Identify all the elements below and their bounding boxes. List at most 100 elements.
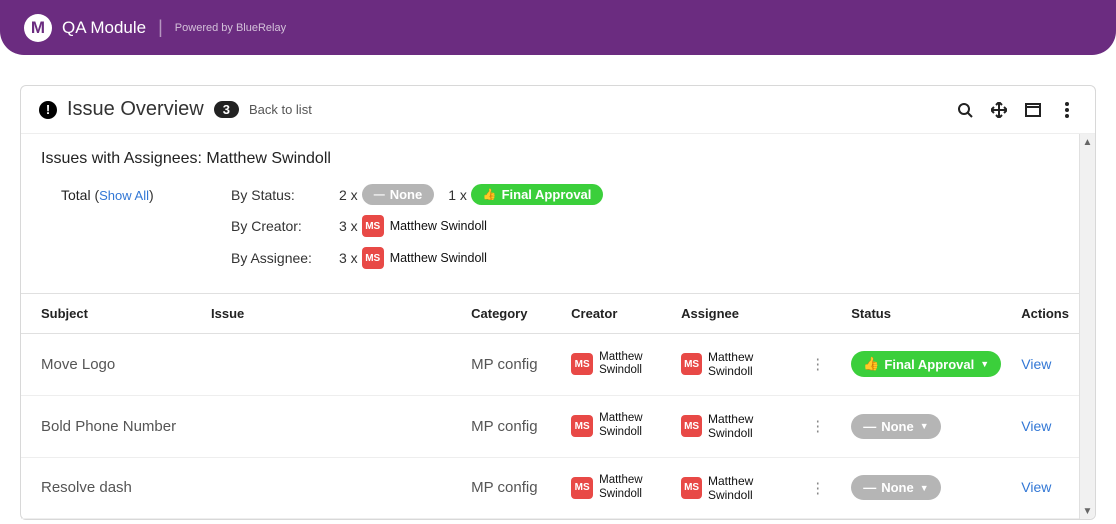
cell-status: 👍 Final Approval ▼ [841, 334, 1011, 396]
cell-actions: View [1011, 395, 1079, 457]
assignee-menu-icon[interactable]: ⋮ [804, 355, 831, 373]
issue-panel: ! Issue Overview 3 Back to list ▲ ▼ [20, 85, 1096, 520]
cell-assignee: MS Matthew Swindoll ⋮ [671, 395, 841, 457]
cell-issue [201, 395, 461, 457]
col-creator[interactable]: Creator [561, 294, 671, 334]
app-header: M QA Module | Powered by BlueRelay [0, 0, 1116, 55]
by-status-label: By Status: [231, 187, 331, 203]
show-all-link[interactable]: Show All [99, 188, 149, 203]
view-link[interactable]: View [1021, 356, 1051, 372]
table-row: Move Logo MP config MS Matthew Swindoll … [21, 334, 1079, 396]
view-link[interactable]: View [1021, 418, 1051, 434]
cell-creator: MS Matthew Swindoll [561, 395, 671, 457]
status-icon: — [863, 480, 876, 495]
assignee-prefix: Issues with Assignees: [41, 150, 202, 167]
status-icon: — [863, 419, 876, 434]
scrollbar[interactable]: ▲ ▼ [1079, 134, 1095, 519]
filter-row-assignee: By Assignee: 3 x MS Matthew Swindoll [61, 247, 1075, 269]
separator: | [158, 17, 163, 38]
col-assignee[interactable]: Assignee [671, 294, 841, 334]
assignee-menu-icon[interactable]: ⋮ [804, 479, 831, 497]
cell-subject: Resolve dash [21, 457, 201, 519]
status-pill-none[interactable]: —None [362, 184, 435, 205]
status-dropdown[interactable]: — None ▼ [851, 475, 940, 500]
col-subject[interactable]: Subject [21, 294, 201, 334]
cell-assignee: MS Matthew Swindoll ⋮ [671, 334, 841, 396]
scroll-down-icon[interactable]: ▼ [1080, 503, 1095, 519]
creator-avatar: MS [571, 415, 593, 437]
filters-section: Issues with Assignees: Matthew Swindoll … [21, 134, 1095, 293]
panel-title: Issue Overview [67, 98, 204, 121]
creator-name: Matthew Swindoll [599, 351, 659, 379]
cell-issue [201, 334, 461, 396]
move-icon[interactable] [989, 100, 1009, 120]
col-status[interactable]: Status [841, 294, 1011, 334]
status-final-count: 1 x [448, 187, 467, 203]
col-category[interactable]: Category [461, 294, 561, 334]
status-none-count: 2 x [339, 187, 358, 203]
assignee-name: Matthew Swindoll [708, 350, 796, 379]
status-label: None [881, 419, 914, 434]
filter-row-creator: By Creator: 3 x MS Matthew Swindoll [61, 215, 1075, 237]
cell-creator: MS Matthew Swindoll [561, 457, 671, 519]
creator-count: 3 x [339, 218, 358, 234]
creator-avatar: MS [362, 215, 384, 237]
scroll-up-icon[interactable]: ▲ [1080, 134, 1095, 150]
cell-subject: Bold Phone Number [21, 395, 201, 457]
cell-actions: View [1011, 457, 1079, 519]
powered-by: Powered by BlueRelay [175, 22, 286, 34]
status-pill-final[interactable]: 👍Final Approval [471, 184, 604, 205]
creator-name: Matthew Swindoll [390, 219, 487, 233]
cell-issue [201, 457, 461, 519]
maximize-icon[interactable] [1023, 100, 1043, 120]
total-label: Total [61, 187, 91, 203]
col-actions[interactable]: Actions [1011, 294, 1079, 334]
table-row: Bold Phone Number MP config MS Matthew S… [21, 395, 1079, 457]
assignee-count: 3 x [339, 250, 358, 266]
cell-actions: View [1011, 334, 1079, 396]
cell-creator: MS Matthew Swindoll [561, 334, 671, 396]
more-icon[interactable] [1057, 100, 1077, 120]
cell-category: MP config [461, 457, 561, 519]
cell-status: — None ▼ [841, 457, 1011, 519]
status-icon: 👍 [863, 356, 879, 372]
panel-header-right [955, 100, 1077, 120]
assignee-name: Matthew Swindoll [708, 474, 796, 503]
status-dropdown[interactable]: 👍 Final Approval ▼ [851, 351, 1001, 377]
assignee-name: Matthew Swindoll [206, 150, 331, 167]
col-issue[interactable]: Issue [201, 294, 461, 334]
panel-header-left: ! Issue Overview 3 Back to list [39, 98, 312, 121]
cell-status: — None ▼ [841, 395, 1011, 457]
by-assignee-label: By Assignee: [231, 250, 331, 266]
assignee-name-filter: Matthew Swindoll [390, 251, 487, 265]
chevron-down-icon: ▼ [980, 359, 989, 369]
cell-category: MP config [461, 395, 561, 457]
app-title: QA Module [62, 18, 146, 38]
logo-icon: M [24, 14, 52, 42]
status-label: None [881, 480, 914, 495]
assignee-avatar: MS [362, 247, 384, 269]
cell-subject: Move Logo [21, 334, 201, 396]
scroll-thumb[interactable] [1081, 150, 1094, 503]
panel-header: ! Issue Overview 3 Back to list [21, 86, 1095, 134]
chevron-down-icon: ▼ [920, 421, 929, 431]
assignee-heading: Issues with Assignees: Matthew Swindoll [41, 150, 1075, 168]
assignee-avatar: MS [681, 353, 702, 375]
assignee-name: Matthew Swindoll [708, 412, 796, 441]
status-label: Final Approval [884, 357, 974, 372]
creator-avatar: MS [571, 477, 593, 499]
search-icon[interactable] [955, 100, 975, 120]
creator-avatar: MS [571, 353, 593, 375]
cell-category: MP config [461, 334, 561, 396]
chevron-down-icon: ▼ [920, 483, 929, 493]
by-creator-label: By Creator: [231, 218, 331, 234]
view-link[interactable]: View [1021, 479, 1051, 495]
table-header-row: Subject Issue Category Creator Assignee … [21, 294, 1079, 334]
alert-icon: ! [39, 101, 57, 119]
assignee-avatar: MS [681, 477, 702, 499]
back-to-list-link[interactable]: Back to list [249, 102, 312, 117]
issue-count-badge: 3 [214, 101, 239, 118]
creator-name: Matthew Swindoll [599, 474, 659, 502]
assignee-menu-icon[interactable]: ⋮ [804, 417, 831, 435]
status-dropdown[interactable]: — None ▼ [851, 414, 940, 439]
